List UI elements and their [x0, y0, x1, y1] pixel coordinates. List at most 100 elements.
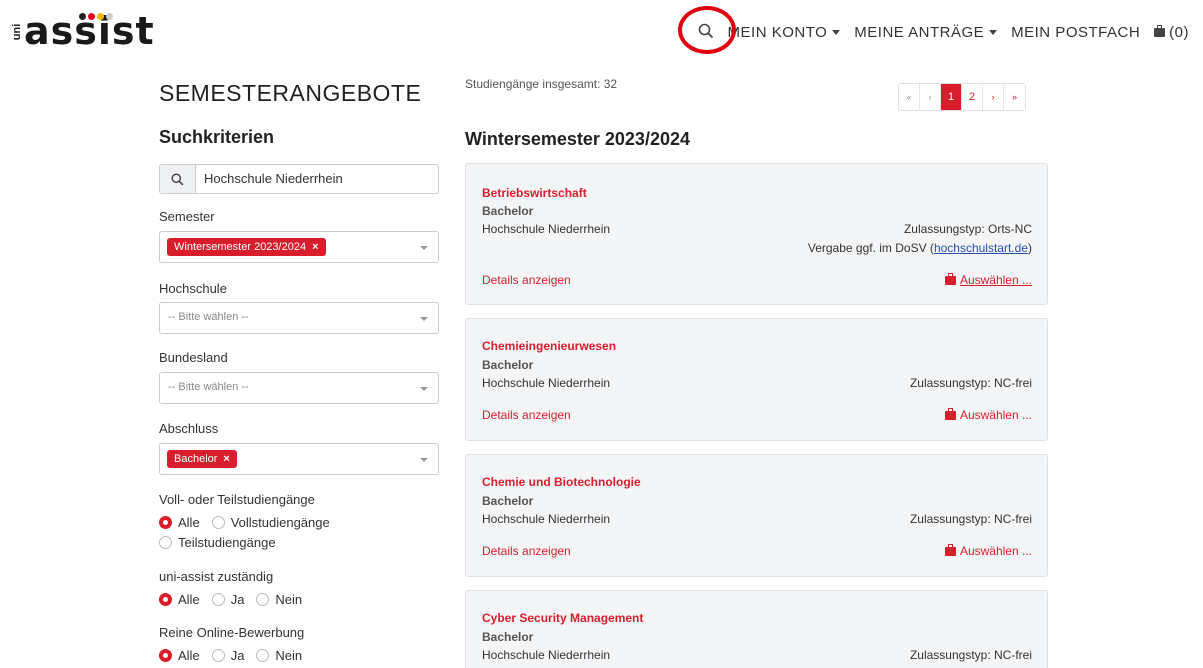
radio-unchecked-icon — [211, 593, 225, 606]
course-name-link[interactable]: Chemie und Biotechnologie — [482, 475, 641, 489]
logo-dot — [79, 13, 86, 20]
course-card: Chemieingenieurwesen Bachelor Hochschule… — [465, 318, 1048, 441]
course-admission-type: Zulassungstyp: Orts-NC — [903, 222, 1032, 236]
radio-online-no[interactable]: Nein — [256, 648, 302, 663]
search-button[interactable] — [677, 6, 736, 54]
nav-my-applications-label: MEINE ANTRÄGE — [854, 23, 985, 41]
course-degree: Bachelor — [482, 494, 534, 508]
course-admission-type: Zulassungstyp: NC-frei — [909, 376, 1032, 390]
search-icon — [698, 23, 713, 39]
hochschule-select[interactable]: -- Bitte wählen -- — [159, 302, 439, 334]
logo[interactable]: uni assist — [4, 10, 154, 52]
radio-study-type-part[interactable]: Teilstudiengänge — [159, 535, 276, 550]
logo-dot — [106, 13, 113, 20]
nav-my-account-label: MEIN KONTO — [727, 23, 828, 41]
cart-icon — [1154, 24, 1166, 37]
search-field-icon-box — [160, 165, 196, 193]
study-type-label: Voll- oder Teilstudiengänge — [159, 492, 315, 507]
chevron-down-icon — [832, 29, 841, 35]
pager-page-1[interactable]: 1 — [941, 84, 962, 110]
search-field[interactable]: Hochschule Niederrhein — [159, 164, 439, 194]
search-input[interactable]: Hochschule Niederrhein — [196, 165, 343, 193]
study-type-radios-2: Teilstudiengänge — [159, 535, 288, 550]
online-radios: Alle Ja Nein — [159, 648, 314, 663]
course-card: Cyber Security Management Bachelor Hochs… — [465, 590, 1048, 668]
radio-label: Vollstudiengänge — [230, 515, 330, 530]
radio-checked-icon — [159, 649, 172, 662]
cart-button[interactable]: (0) — [1154, 24, 1189, 41]
course-dosv-note: Vergabe ggf. im DoSV (hochschulstart.de) — [808, 241, 1032, 255]
nav-my-account[interactable]: MEIN KONTO — [728, 24, 841, 41]
radio-study-type-full[interactable]: Vollstudiengänge — [211, 515, 330, 530]
course-name-link[interactable]: Betriebswirtschaft — [482, 186, 587, 200]
radio-online-all[interactable]: Alle — [159, 648, 200, 663]
radio-uniassist-all[interactable]: Alle — [159, 592, 200, 607]
course-name-link[interactable]: Chemieingenieurwesen — [482, 339, 616, 353]
course-university: Hochschule Niederrhein — [482, 222, 611, 236]
uniassist-radios: Alle Ja Nein — [159, 592, 314, 607]
radio-label: Ja — [230, 648, 245, 663]
dosv-suffix: ) — [1028, 241, 1032, 255]
select-label: Auswählen ... — [959, 408, 1032, 422]
semester-tag[interactable]: Wintersemester 2023/2024 × — [167, 238, 326, 256]
dosv-prefix: Vergabe ggf. im DoSV ( — [807, 241, 934, 255]
pager-last[interactable]: » — [1004, 84, 1025, 110]
radio-unchecked-icon — [159, 536, 172, 549]
chevron-down-icon — [420, 387, 428, 391]
pager-prev[interactable]: ‹ — [920, 84, 941, 110]
radio-label: Alle — [178, 648, 200, 663]
online-label: Reine Online-Bewerbung — [159, 625, 305, 640]
briefcase-icon — [944, 272, 956, 285]
pager-next[interactable]: › — [983, 84, 1004, 110]
remove-tag-icon[interactable]: × — [312, 241, 318, 253]
abschluss-select[interactable]: Bachelor × — [159, 443, 439, 475]
logo-uni-text: uni — [11, 23, 23, 41]
bundesland-select[interactable]: -- Bitte wählen -- — [159, 372, 439, 404]
hochschule-placeholder: -- Bitte wählen -- — [168, 311, 249, 323]
abschluss-tag-label: Bachelor — [174, 453, 218, 465]
radio-uniassist-yes[interactable]: Ja — [211, 592, 245, 607]
semester-select[interactable]: Wintersemester 2023/2024 × — [159, 231, 439, 263]
pager-page-2[interactable]: 2 — [962, 84, 983, 110]
radio-uniassist-no[interactable]: Nein — [256, 592, 302, 607]
details-link[interactable]: Details anzeigen — [482, 408, 571, 422]
logo-dot — [97, 13, 104, 20]
details-link[interactable]: Details anzeigen — [482, 544, 571, 558]
radio-label: Alle — [178, 515, 200, 530]
radio-study-type-all[interactable]: Alle — [159, 515, 200, 530]
remove-tag-icon[interactable]: × — [223, 453, 229, 465]
logo-dot — [88, 13, 95, 20]
page-title: SEMESTERANGEBOTE — [159, 80, 422, 106]
pager-first[interactable]: « — [899, 84, 920, 110]
radio-unchecked-icon — [211, 649, 225, 662]
select-label: Auswählen ... — [959, 544, 1032, 558]
course-university: Hochschule Niederrhein — [482, 512, 611, 526]
radio-unchecked-icon — [256, 649, 270, 662]
results-total: Studiengänge insgesamt: 32 — [465, 77, 618, 91]
nav-my-mailbox-label: MEIN POSTFACH — [1011, 23, 1141, 41]
bundesland-placeholder: -- Bitte wählen -- — [168, 381, 249, 393]
select-button[interactable]: Auswählen ... — [944, 407, 1032, 422]
nav-my-mailbox[interactable]: MEIN POSTFACH — [1011, 24, 1140, 41]
radio-checked-icon — [159, 593, 172, 606]
course-name-link[interactable]: Cyber Security Management — [482, 611, 643, 625]
hochschulstart-link[interactable]: hochschulstart.de — [934, 241, 1028, 255]
details-link[interactable]: Details anzeigen — [482, 273, 571, 287]
radio-label: Alle — [178, 592, 200, 607]
select-button[interactable]: Auswählen ... — [944, 272, 1032, 287]
radio-label: Ja — [230, 592, 245, 607]
abschluss-label: Abschluss — [159, 421, 219, 436]
chevron-down-icon — [989, 29, 998, 35]
radio-checked-icon — [159, 516, 172, 529]
chevron-down-icon — [420, 246, 428, 250]
course-university: Hochschule Niederrhein — [482, 648, 611, 662]
nav-my-applications[interactable]: MEINE ANTRÄGE — [854, 23, 998, 41]
select-button[interactable]: Auswählen ... — [944, 543, 1032, 558]
abschluss-tag[interactable]: Bachelor × — [167, 450, 237, 468]
radio-online-yes[interactable]: Ja — [211, 648, 245, 663]
study-type-radios: Alle Vollstudiengänge — [159, 515, 342, 530]
course-card: Chemie und Biotechnologie Bachelor Hochs… — [465, 454, 1048, 577]
course-university: Hochschule Niederrhein — [482, 376, 611, 390]
pagination: « ‹ 1 2 › » — [898, 83, 1026, 111]
semester-label: Semester — [159, 209, 215, 224]
